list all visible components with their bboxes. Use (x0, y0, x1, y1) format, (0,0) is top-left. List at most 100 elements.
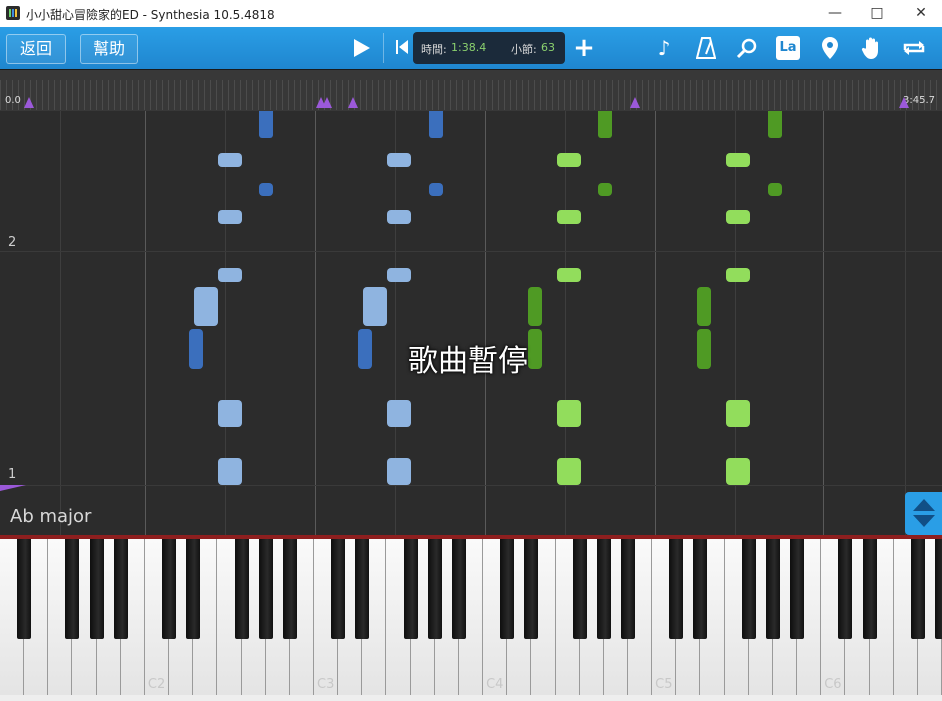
timeline-start-label: 0.0 (5, 95, 21, 106)
c-gridline (315, 111, 316, 535)
range-marker[interactable] (0, 485, 26, 491)
synthesia-app-icon (6, 6, 20, 20)
metronome-icon[interactable] (692, 34, 720, 62)
la-icon[interactable]: La (776, 36, 800, 60)
black-key[interactable] (403, 539, 418, 639)
location-pin-icon[interactable] (816, 34, 844, 62)
c-gridline (485, 111, 486, 535)
bookmark-marker[interactable] (348, 97, 358, 108)
note (387, 210, 411, 224)
octave-label: C2 (147, 677, 166, 692)
toolbar: 返回 幫助 時間: 1:38.4 小節: 63 + ♪ La (0, 27, 942, 69)
close-icon[interactable]: ✕ (912, 4, 930, 22)
note (218, 153, 242, 167)
note (726, 458, 750, 485)
loop-icon[interactable] (900, 34, 928, 62)
piano-keyboard[interactable]: C2 C3 C4 C5 C6 (0, 535, 942, 701)
bookmark-marker[interactable] (24, 97, 34, 108)
toolbar-divider (383, 33, 384, 63)
black-key[interactable] (113, 539, 128, 639)
black-key[interactable] (427, 539, 442, 639)
black-key[interactable] (910, 539, 925, 639)
octave-label: C3 (317, 677, 335, 692)
black-key[interactable] (693, 539, 708, 639)
timeline-ticks (0, 80, 942, 110)
note-highway: 2 1 歌曲暫停 Ab major (0, 111, 942, 535)
magnifier-icon[interactable] (733, 34, 761, 62)
black-key[interactable] (790, 539, 805, 639)
note (259, 111, 273, 138)
octave-label: C6 (824, 677, 842, 692)
black-key[interactable] (355, 539, 370, 639)
white-keys[interactable]: C2 C3 C4 C5 C6 (0, 539, 942, 697)
note (768, 183, 782, 196)
black-key[interactable] (162, 539, 177, 639)
note (363, 287, 387, 326)
note (218, 400, 242, 427)
skip-to-start-icon[interactable] (396, 40, 408, 54)
minimize-icon[interactable]: — (826, 4, 844, 22)
note-icon[interactable]: ♪ (650, 34, 678, 62)
add-icon[interactable]: + (570, 34, 598, 62)
black-key[interactable] (741, 539, 756, 639)
f-gridline (905, 111, 906, 535)
note (429, 183, 443, 196)
note (194, 287, 218, 326)
black-key[interactable] (596, 539, 611, 639)
time-label: 時間: (421, 43, 447, 56)
black-key[interactable] (186, 539, 201, 639)
bookmark-marker[interactable] (899, 97, 909, 108)
note (358, 329, 372, 369)
black-key[interactable] (65, 539, 80, 639)
bookmark-marker[interactable] (630, 97, 640, 108)
paused-overlay-text: 歌曲暫停 (408, 344, 528, 379)
measure-label: 小節: (511, 43, 537, 56)
note (528, 329, 542, 369)
black-key[interactable] (862, 539, 877, 639)
play-icon[interactable] (348, 34, 376, 62)
back-button[interactable]: 返回 (6, 34, 66, 64)
black-key[interactable] (331, 539, 346, 639)
note (218, 210, 242, 224)
c-gridline (145, 111, 146, 535)
black-key[interactable] (89, 539, 104, 639)
octave-label: C4 (486, 677, 504, 692)
help-button[interactable]: 幫助 (80, 34, 138, 64)
note (726, 268, 750, 282)
note (429, 111, 443, 138)
note (189, 329, 203, 369)
black-key[interactable] (621, 539, 635, 639)
hand-icon[interactable] (858, 34, 886, 62)
title-bar: 小小甜心冒險家的ED - Synthesia 10.5.4818 — □ ✕ (0, 0, 942, 27)
black-key[interactable] (838, 539, 853, 639)
maximize-icon[interactable]: □ (868, 4, 886, 22)
playback-status: 時間: 1:38.4 小節: 63 (413, 32, 565, 64)
note (387, 153, 411, 167)
note (557, 210, 581, 224)
black-key[interactable] (500, 539, 515, 639)
note (387, 268, 411, 282)
black-key[interactable] (935, 539, 942, 639)
black-key[interactable] (234, 539, 249, 639)
note (259, 183, 273, 196)
black-key[interactable] (765, 539, 780, 639)
octave-label: C5 (655, 677, 673, 692)
f-gridline (60, 111, 61, 535)
note (218, 268, 242, 282)
note (726, 400, 750, 427)
scroll-updown-icon[interactable] (905, 492, 942, 535)
black-key[interactable] (451, 539, 466, 639)
note (557, 153, 581, 167)
black-key[interactable] (258, 539, 273, 639)
black-key[interactable] (282, 539, 297, 639)
time-value: 1:38.4 (451, 41, 487, 54)
window-title: 小小甜心冒險家的ED - Synthesia 10.5.4818 (26, 8, 275, 22)
bookmark-marker[interactable] (322, 97, 332, 108)
black-key[interactable] (572, 539, 587, 639)
black-key[interactable] (669, 539, 684, 639)
note (726, 153, 750, 167)
note (697, 287, 711, 326)
black-key[interactable] (524, 539, 539, 639)
key-signature-label: Ab major (10, 506, 92, 527)
black-key[interactable] (17, 539, 32, 639)
